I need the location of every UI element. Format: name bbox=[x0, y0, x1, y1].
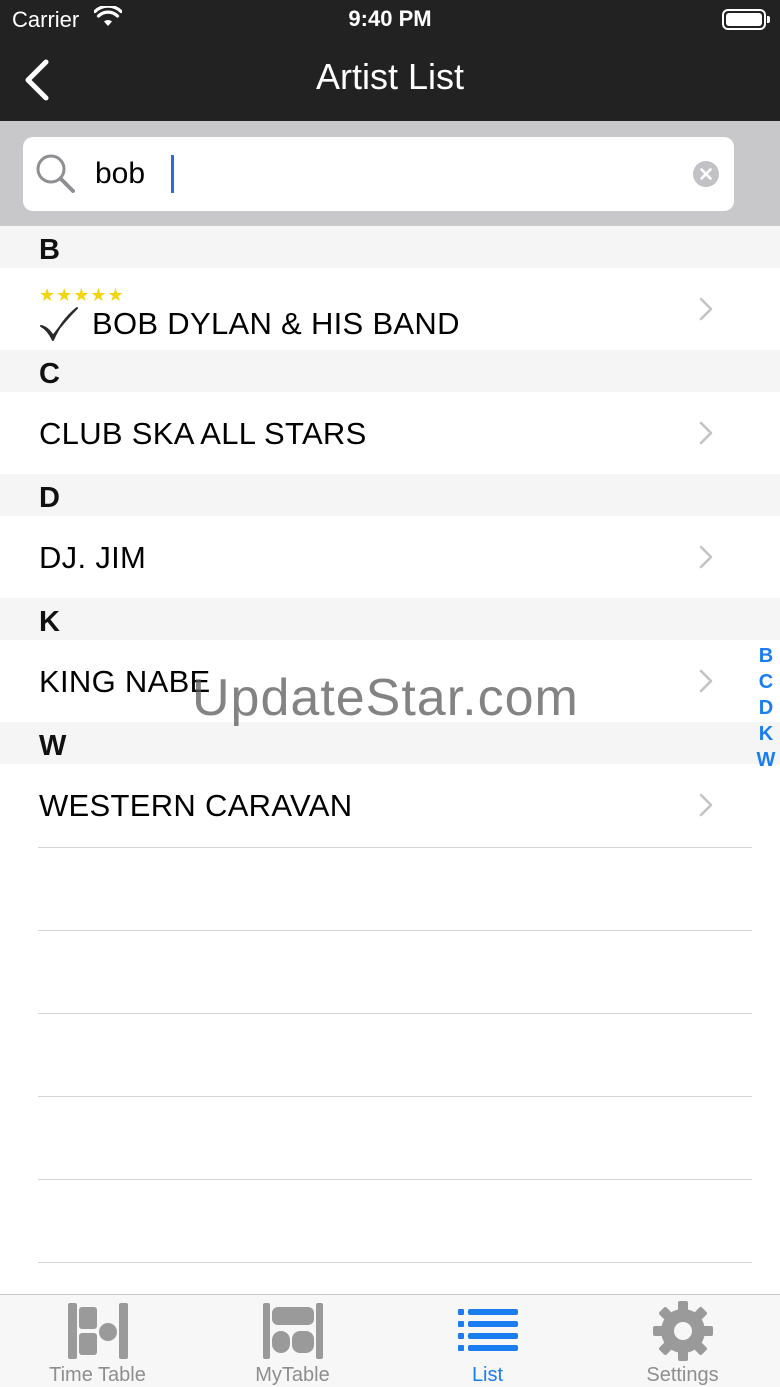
index-letter-b[interactable]: B bbox=[752, 645, 780, 671]
mytable-icon bbox=[263, 1303, 323, 1359]
row-separator bbox=[38, 930, 752, 931]
tab-list[interactable]: List bbox=[390, 1295, 585, 1387]
clock: 9:40 PM bbox=[348, 6, 432, 31]
row-separator bbox=[38, 1096, 752, 1097]
status-bar: Carrier 9:40 PM bbox=[0, 0, 780, 40]
artist-name: BOB DYLAN & HIS BAND bbox=[92, 306, 460, 341]
section-header-w: W bbox=[0, 722, 780, 764]
chevron-right-icon bbox=[699, 421, 713, 445]
chevron-right-icon bbox=[699, 793, 713, 817]
section-header-k: K bbox=[0, 598, 780, 640]
gear-icon bbox=[653, 1301, 713, 1361]
index-letter-d[interactable]: D bbox=[752, 697, 780, 723]
tab-mytable[interactable]: MyTable bbox=[195, 1295, 390, 1387]
index-letter-k[interactable]: K bbox=[752, 723, 780, 749]
text-cursor bbox=[171, 155, 174, 193]
artist-row-dj-jim[interactable]: DJ. JIM bbox=[0, 516, 780, 598]
artist-name: CLUB SKA ALL STARS bbox=[39, 416, 367, 451]
row-separator bbox=[38, 847, 752, 848]
section-letter: C bbox=[39, 358, 60, 390]
search-icon bbox=[36, 154, 75, 193]
artist-name: DJ. JIM bbox=[39, 540, 147, 575]
section-index[interactable]: B C D K W bbox=[752, 645, 780, 775]
artist-row-bob-dylan[interactable]: ★★★★★ BOB DYLAN & HIS BAND bbox=[0, 268, 780, 350]
artist-row-club-ska[interactable]: CLUB SKA ALL STARS bbox=[0, 392, 780, 474]
search-bar bbox=[0, 121, 780, 226]
tab-label: List bbox=[471, 1364, 504, 1386]
section-header-c: C bbox=[0, 350, 780, 392]
row-separator bbox=[38, 1262, 752, 1263]
tab-time-table[interactable]: Time Table bbox=[0, 1295, 195, 1387]
section-letter: D bbox=[39, 482, 60, 514]
artist-name: KING NABE bbox=[39, 664, 211, 699]
navigation-bar: Carrier 9:40 PM Artist List bbox=[0, 0, 780, 121]
chevron-right-icon bbox=[699, 297, 713, 321]
search-field[interactable] bbox=[23, 137, 734, 211]
section-letter: W bbox=[39, 730, 67, 762]
artist-row-western-caravan[interactable]: WESTERN CARAVAN bbox=[0, 764, 780, 846]
section-header-d: D bbox=[0, 474, 780, 516]
tab-label: MyTable bbox=[255, 1364, 330, 1386]
section-header-b: B bbox=[0, 226, 780, 268]
row-separator bbox=[38, 1013, 752, 1014]
battery-icon bbox=[722, 9, 770, 30]
tab-settings[interactable]: Settings bbox=[585, 1295, 780, 1387]
section-letter: B bbox=[39, 234, 60, 266]
chevron-right-icon bbox=[699, 669, 713, 693]
row-separator bbox=[38, 1179, 752, 1180]
page-title: Artist List bbox=[315, 56, 465, 97]
rating-stars: ★★★★★ bbox=[39, 285, 125, 305]
checkmark-icon bbox=[40, 307, 78, 341]
section-letter: K bbox=[39, 606, 60, 638]
index-letter-c[interactable]: C bbox=[752, 671, 780, 697]
watermark: UpdateStar.com bbox=[192, 669, 579, 727]
tab-label: Time Table bbox=[49, 1364, 146, 1386]
artist-name: WESTERN CARAVAN bbox=[39, 788, 353, 823]
tab-bar: Time Table MyTable List Settings bbox=[0, 1294, 780, 1387]
close-icon bbox=[700, 168, 712, 180]
tab-label: Settings bbox=[646, 1364, 719, 1386]
list-icon bbox=[458, 1309, 518, 1351]
search-input[interactable] bbox=[95, 137, 695, 211]
clear-search-button[interactable] bbox=[693, 161, 719, 187]
index-letter-w[interactable]: W bbox=[752, 749, 780, 775]
timetable-icon bbox=[68, 1303, 128, 1359]
chevron-right-icon bbox=[699, 545, 713, 569]
